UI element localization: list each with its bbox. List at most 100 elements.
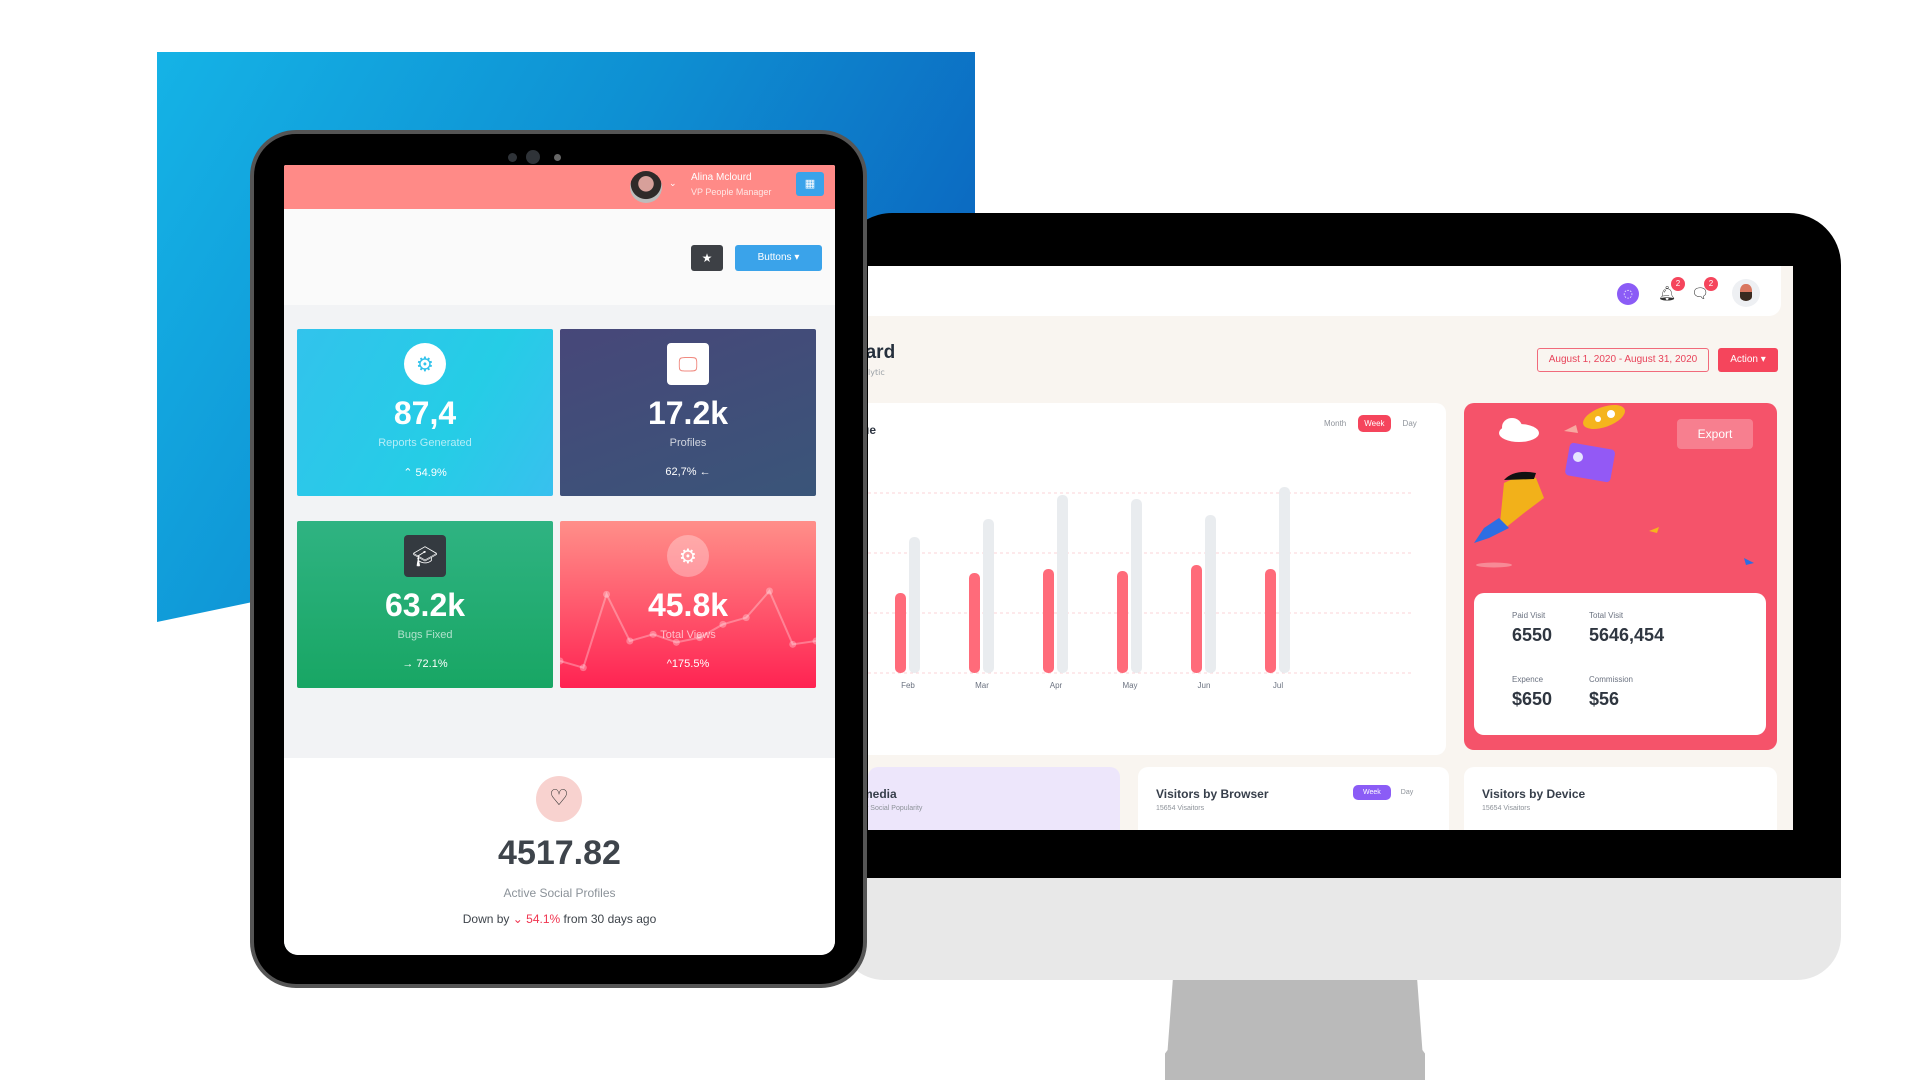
stat-label: Profiles xyxy=(669,437,707,449)
visitors-by-browser-card: Visitors by Browser 15654 Visaitors Week… xyxy=(1138,767,1449,830)
stat-expence: Expence $650 xyxy=(1512,675,1553,709)
gear-icon: ⚙ xyxy=(404,343,446,385)
rocket-icon xyxy=(1564,404,1625,433)
bar-current-jul xyxy=(1265,569,1276,673)
bar-previous-apr xyxy=(1057,495,1068,673)
sensor-icon xyxy=(508,153,517,162)
stat-commission: Commission $56 xyxy=(1589,675,1634,709)
star-icon: ★ xyxy=(701,251,713,265)
tablet-header: ⌄ Alina Mclourd VP People Manager ▦ xyxy=(284,165,835,209)
monitor-icon: 🖵 xyxy=(667,343,709,385)
stat-value: 45.8k xyxy=(647,587,729,623)
revenue-card: ue Month Week Day Feb Mar Apr May Jun Jul xyxy=(868,403,1446,755)
x-tick-label: Apr xyxy=(1050,681,1063,690)
stat-change: → 72.1% xyxy=(402,658,448,670)
device-card-title: Visitors by Device xyxy=(1482,787,1586,801)
stat-label: Total Views xyxy=(660,629,716,641)
visit-stats-panel: Paid Visit 6550 Total Visit 5646,454 Exp… xyxy=(1474,593,1766,735)
trend-value: 54.1% xyxy=(526,912,561,926)
woman-figure xyxy=(1499,476,1544,533)
user-avatar[interactable] xyxy=(630,171,662,203)
user-name: Alina Mclourd xyxy=(691,172,752,183)
stat-change: ⌃ 54.9% xyxy=(403,467,447,479)
x-tick-label: Mar xyxy=(975,681,989,690)
stat-change: 62,7% ← xyxy=(665,466,711,478)
revenue-card-title: ue xyxy=(868,423,877,437)
stat-label: Reports Generated xyxy=(378,437,472,449)
browser-period-tabs: Week Day xyxy=(1353,785,1413,800)
notifications-button[interactable]: 🔔︎ 2 xyxy=(1656,277,1685,305)
monitor-stand xyxy=(1165,980,1425,1080)
favorite-button[interactable]: ★ xyxy=(691,245,723,271)
promo-card: Export Paid Visit 6550 Total Visit 5646,… xyxy=(1464,403,1777,750)
x-tick-label: Jul xyxy=(1273,681,1283,690)
bar-previous-mar xyxy=(983,519,994,673)
social-value: 4517.82 xyxy=(498,834,621,872)
device-card-subtitle: 15654 Visaitors xyxy=(1482,805,1531,812)
export-button[interactable]: Export xyxy=(1677,419,1753,449)
heart-icon: ♡ xyxy=(536,776,582,822)
date-range-picker[interactable]: August 1, 2020 - August 31, 2020 xyxy=(1537,348,1709,372)
gear-icon: ⚙ xyxy=(667,535,709,577)
stat-value: 63.2k xyxy=(384,587,466,623)
stat-change: ^175.5% xyxy=(666,658,710,670)
bar-previous-feb xyxy=(909,537,920,673)
notifications-badge: 2 xyxy=(1671,277,1685,291)
stat-card-views: ⚙ 45.8k Total Views ^175.5% xyxy=(560,521,816,688)
chevron-down-icon: ⌄ xyxy=(512,912,523,926)
buttons-dropdown[interactable]: Buttons ▾ xyxy=(735,245,822,271)
x-tick-label: Feb xyxy=(901,681,915,690)
x-tick-label: Jun xyxy=(1198,681,1211,690)
bar-current-apr xyxy=(1043,569,1054,673)
tab-month[interactable]: Month xyxy=(1318,415,1352,432)
graduation-cap-icon: 🎓︎ xyxy=(404,535,446,577)
bar-previous-may xyxy=(1131,499,1142,673)
stat-paid-visit: Paid Visit 6550 xyxy=(1512,611,1553,645)
tab-week[interactable]: Week xyxy=(1358,415,1391,432)
tab-day[interactable]: Day xyxy=(1401,789,1413,796)
sparkline-point xyxy=(789,640,797,648)
bar-previous-jul xyxy=(1279,487,1290,673)
messages-badge: 2 xyxy=(1704,277,1718,291)
social-trend: Down by ⌄ 54.1% from 30 days ago xyxy=(462,912,657,926)
browser-card-subtitle: 15654 Visaitors xyxy=(1156,805,1205,812)
calendar-icon: ▦ xyxy=(804,177,816,190)
user-avatar[interactable] xyxy=(1732,279,1760,307)
tablet-screen: ⌄ Alina Mclourd VP People Manager ▦ ★ Bu… xyxy=(284,165,835,955)
social-media-card: media r Social Popularity xyxy=(868,767,1120,830)
messages-button[interactable]: 🗨︎ 2 xyxy=(1689,277,1718,305)
bar-current-jun xyxy=(1191,565,1202,673)
stat-card-bugs: 🎓︎ 63.2k Bugs Fixed → 72.1% xyxy=(297,521,553,688)
stat-card-reports: ⚙ 87,4 Reports Generated ⌃ 54.9% xyxy=(297,329,553,496)
social-card-subtitle: r Social Popularity xyxy=(868,805,923,812)
desktop-screen: ◌ 🔔︎ 2 🗨︎ 2 oard lytic August 1, 2020 - … xyxy=(868,266,1793,830)
calendar-button[interactable]: ▦ xyxy=(796,172,824,196)
active-social-profiles-card: ♡ 4517.82 Active Social Profiles Down by… xyxy=(284,758,835,955)
stat-value: 17.2k xyxy=(647,395,729,431)
visitors-by-device-card: Visitors by Device 15654 Visaitors xyxy=(1464,767,1777,830)
page-title: oard xyxy=(868,342,896,363)
stat-label: Bugs Fixed xyxy=(397,629,453,641)
bar-previous-jun xyxy=(1205,515,1216,673)
stat-total-visit: Total Visit 5646,454 xyxy=(1589,611,1665,645)
stat-card-profiles: 🖵 17.2k Profiles 62,7% ← xyxy=(560,329,816,496)
light-sensor-icon xyxy=(554,154,561,161)
camera-icon xyxy=(526,150,540,164)
tab-week[interactable]: Week xyxy=(1353,785,1391,800)
revenue-bar-chart: Feb Mar Apr May Jun Jul xyxy=(868,487,1413,690)
social-label: Active Social Profiles xyxy=(503,886,616,900)
monitor-chin xyxy=(840,878,1841,980)
bar-current-mar xyxy=(969,573,980,673)
stat-value: 87,4 xyxy=(393,395,457,431)
user-role: VP People Manager xyxy=(691,187,772,197)
social-card-title: media xyxy=(868,787,897,801)
chart-board-icon xyxy=(1565,442,1615,483)
action-dropdown-button[interactable]: Action ▾ xyxy=(1718,348,1778,372)
bar-current-feb xyxy=(895,593,906,673)
tab-day[interactable]: Day xyxy=(1397,415,1423,432)
apps-icon[interactable]: ◌ xyxy=(1617,283,1639,305)
desktop-topbar: ◌ 🔔︎ 2 🗨︎ 2 xyxy=(868,266,1781,316)
chevron-down-icon[interactable]: ⌄ xyxy=(669,179,677,189)
x-tick-label: May xyxy=(1122,681,1137,690)
bar-current-may xyxy=(1117,571,1128,673)
